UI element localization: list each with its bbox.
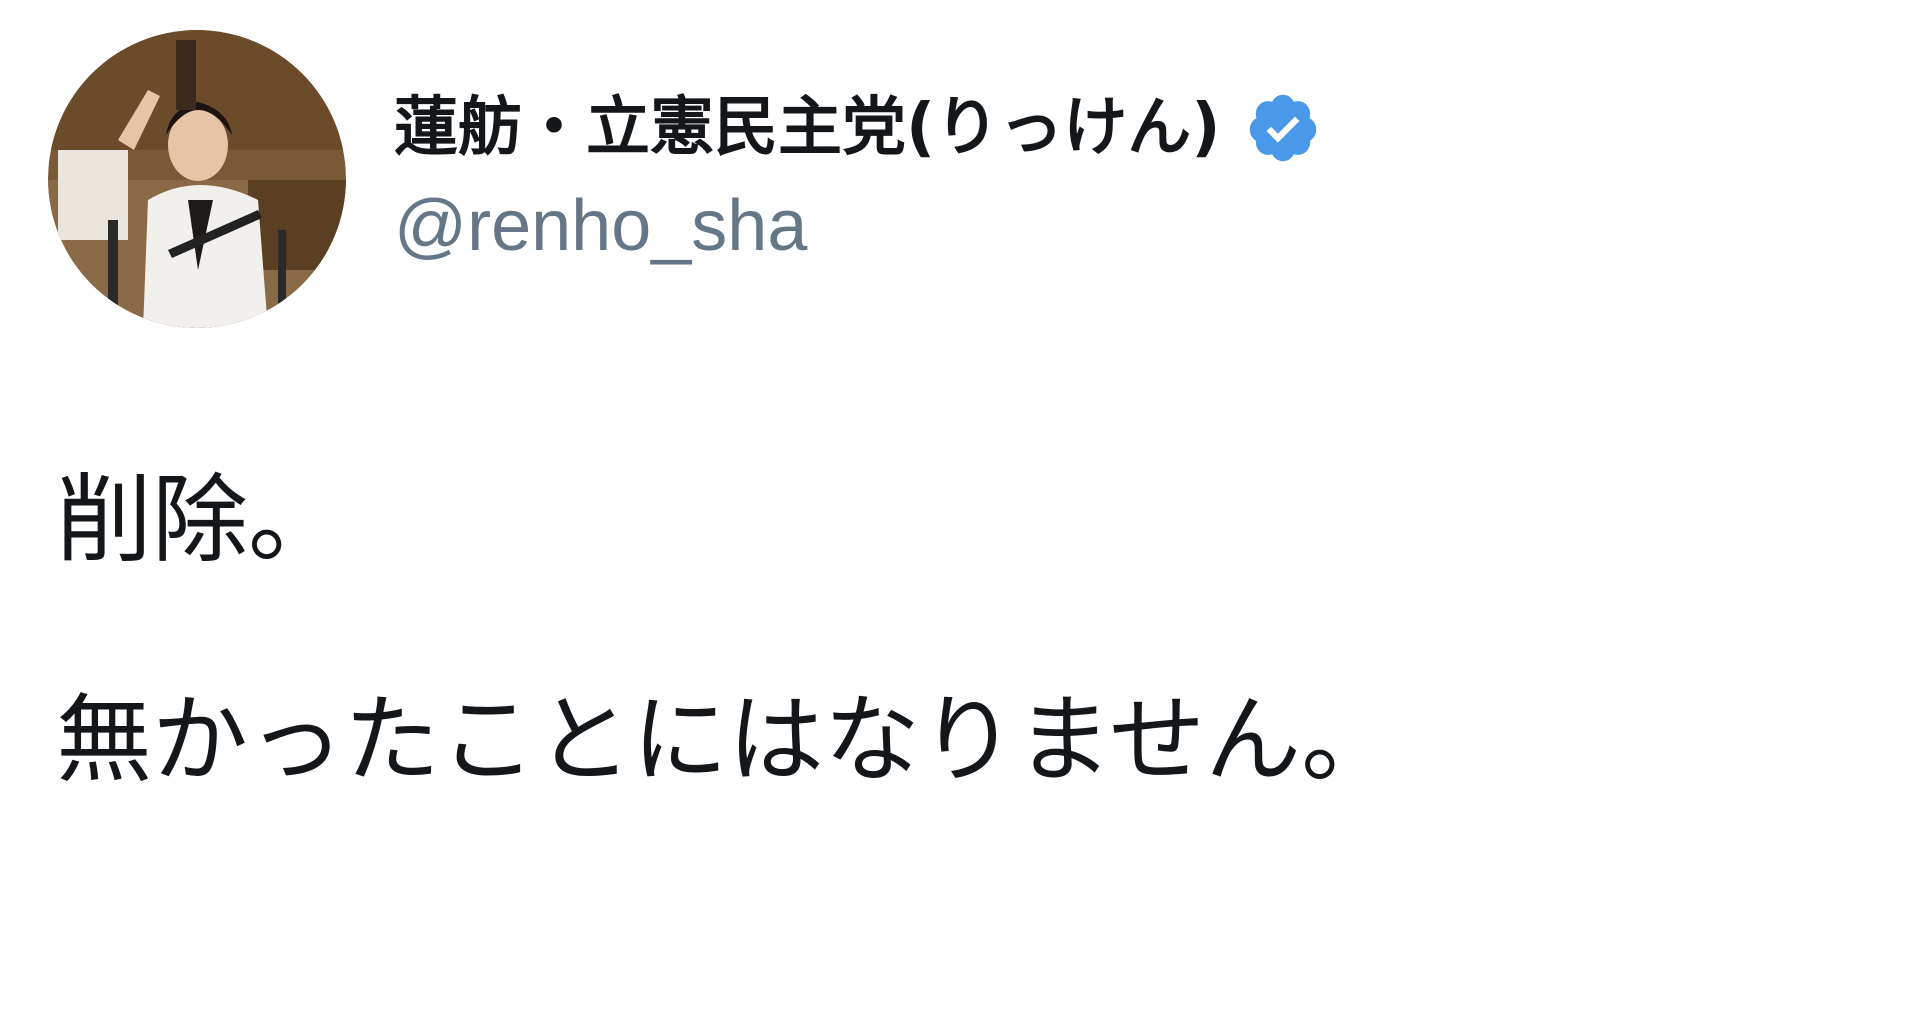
user-handle[interactable]: @renho_sha <box>394 184 1321 268</box>
avatar[interactable] <box>48 30 346 328</box>
tweet-text: 削除。 無かったことにはなりません。 <box>56 460 1397 800</box>
tweet-line: 削除。 <box>56 464 344 576</box>
name-row: 蓮舫・立憲民主党(りっけん) <box>394 90 1321 166</box>
tweet-screenshot: 蓮舫・立憲民主党(りっけん) @renho_sha 削除。 無かったことにはなり… <box>0 0 1920 1017</box>
avatar-photo <box>48 30 346 328</box>
tweet-line: 無かったことにはなりません。 <box>56 684 1398 796</box>
display-name[interactable]: 蓮舫・立憲民主党(りっけん) <box>394 90 1221 166</box>
author-identity: 蓮舫・立憲民主党(りっけん) @renho_sha <box>394 30 1321 268</box>
tweet-header: 蓮舫・立憲民主党(りっけん) @renho_sha <box>48 30 1321 328</box>
verified-badge-icon <box>1245 90 1321 166</box>
